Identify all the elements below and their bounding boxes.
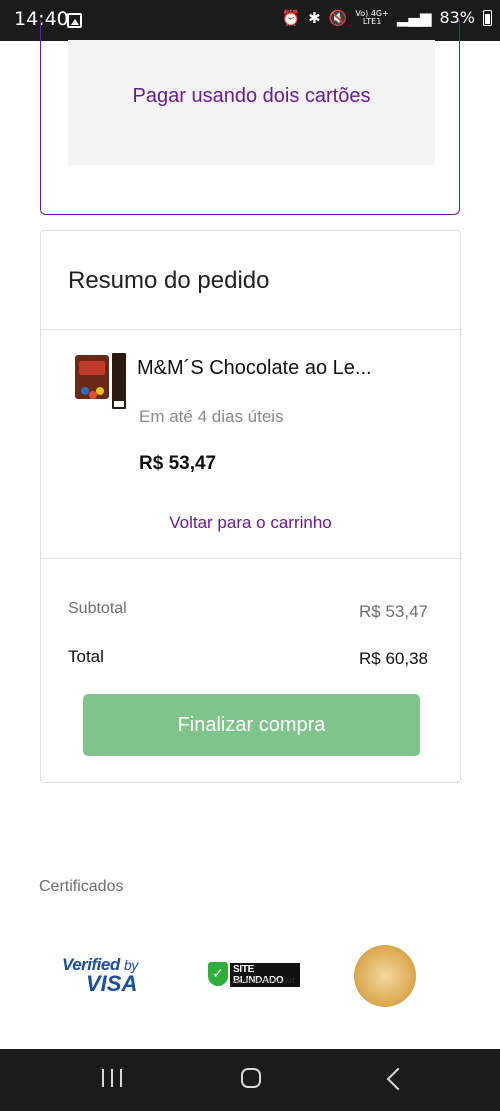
product-name: M&M´S Chocolate ao Le... — [137, 357, 372, 379]
back-to-cart-link[interactable]: Voltar para o carrinho — [41, 513, 460, 533]
battery-icon — [483, 9, 492, 26]
pay-two-cards-label: Pagar usando dois cartões — [132, 85, 371, 107]
product-image — [75, 353, 126, 409]
quality-seal-logo — [354, 945, 416, 1007]
navigation-bar — [0, 1049, 500, 1111]
summary-title: Resumo do pedido — [68, 267, 270, 294]
order-summary: Resumo do pedido M&M´S Chocolate ao Le..… — [40, 230, 461, 783]
back-icon[interactable] — [386, 1067, 410, 1091]
visa-text: VISA — [86, 971, 138, 996]
subtotal-label: Subtotal — [68, 600, 127, 617]
subtotal-value: R$ 53,47 — [359, 602, 428, 621]
divider — [41, 329, 460, 330]
divider — [41, 558, 460, 559]
verified-by-visa-logo: Verified by VISA — [62, 955, 158, 997]
product-price: R$ 53,47 — [139, 453, 217, 474]
site-blindado-logo: ✓ SITE BLINDADO AUDITADO EM 04-OUT — [208, 960, 300, 990]
recent-apps-icon[interactable] — [102, 1069, 122, 1087]
shield-check-icon: ✓ — [208, 962, 228, 986]
delivery-estimate: Em até 4 dias úteis — [139, 407, 284, 426]
blindado-sub: AUDITADO EM 04-OUT — [231, 979, 296, 985]
total-label: Total — [68, 647, 104, 666]
home-icon[interactable] — [241, 1068, 261, 1088]
certificates-title: Certificados — [39, 878, 124, 895]
checkout-button[interactable]: Finalizar compra — [83, 694, 420, 756]
payment-option-card[interactable]: Pagar usando dois cartões — [40, 20, 460, 215]
total-value: R$ 60,38 — [359, 649, 428, 668]
payment-option-box[interactable]: Pagar usando dois cartões — [68, 40, 435, 165]
